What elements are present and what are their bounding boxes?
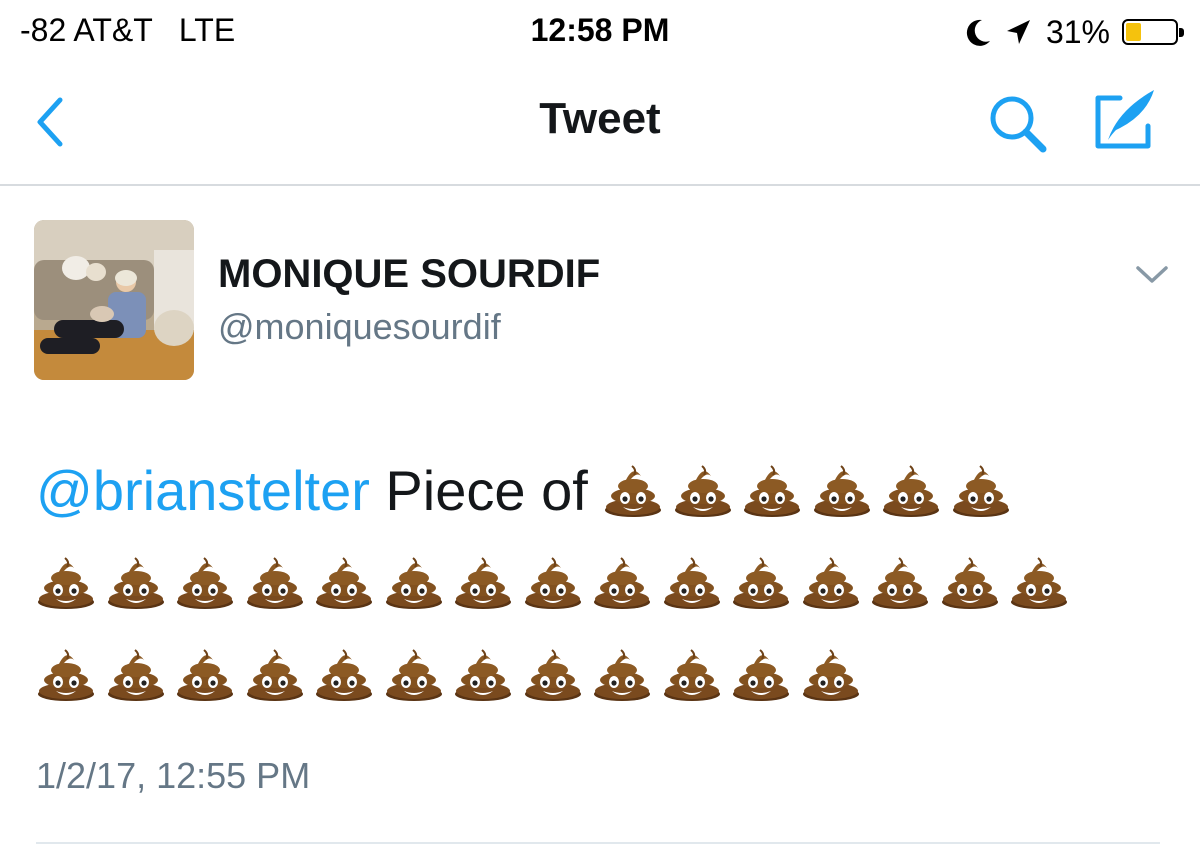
pile-of-poo-emoji xyxy=(1009,554,1069,610)
pile-of-poo-emoji xyxy=(453,554,513,610)
pile-of-poo-emoji xyxy=(314,554,374,610)
avatar[interactable] xyxy=(34,220,194,380)
user-handle[interactable]: @moniquesourdif xyxy=(218,306,501,348)
battery-nub xyxy=(1179,28,1184,37)
pile-of-poo-emoji xyxy=(940,554,1000,610)
pile-of-poo-emoji xyxy=(106,554,166,610)
pile-of-poo-emoji xyxy=(673,462,733,518)
display-name[interactable]: MONIQUE SOURDIF xyxy=(218,252,600,297)
pile-of-poo-emoji xyxy=(881,462,941,518)
pile-of-poo-emoji xyxy=(662,646,722,702)
pile-of-poo-emoji xyxy=(592,554,652,610)
search-button[interactable] xyxy=(986,92,1050,156)
tweet-text: @brianstelter Piece of xyxy=(36,445,1166,721)
tweet-line-3 xyxy=(36,629,1166,721)
moon-icon xyxy=(966,19,990,46)
compose-button[interactable] xyxy=(1090,86,1160,156)
pile-of-poo-emoji xyxy=(603,462,663,518)
pile-of-poo-emoji xyxy=(245,554,305,610)
pile-of-poo-emoji xyxy=(951,462,1011,518)
tweet-options-button[interactable] xyxy=(1134,262,1170,288)
nav-bar: Tweet xyxy=(0,64,1200,186)
pile-of-poo-emoji xyxy=(245,646,305,702)
pile-of-poo-emoji xyxy=(523,646,583,702)
pile-of-poo-emoji xyxy=(742,462,802,518)
battery-icon xyxy=(1122,19,1184,45)
pile-of-poo-emoji xyxy=(36,554,96,610)
pile-of-poo-emoji xyxy=(175,646,235,702)
pile-of-poo-emoji xyxy=(812,462,872,518)
pile-of-poo-emoji xyxy=(523,554,583,610)
pile-of-poo-emoji xyxy=(314,646,374,702)
search-icon xyxy=(990,96,1047,153)
pile-of-poo-emoji xyxy=(731,554,791,610)
tweet-body-text: Piece of xyxy=(369,459,604,522)
pile-of-poo-emoji xyxy=(870,554,930,610)
status-right: 31% xyxy=(964,10,1184,54)
divider xyxy=(36,842,1160,844)
pile-of-poo-emoji xyxy=(662,554,722,610)
pile-of-poo-emoji xyxy=(175,554,235,610)
battery-level-fill xyxy=(1126,23,1141,41)
tweet-line-2 xyxy=(36,537,1166,629)
location-arrow-icon xyxy=(1006,20,1030,44)
profile-photo xyxy=(34,220,194,380)
chevron-down-icon xyxy=(1136,266,1168,283)
emoji-run xyxy=(603,459,1020,522)
battery-percent: 31% xyxy=(1045,13,1110,50)
status-bar: -82 AT&T LTE 12:58 PM 31% xyxy=(0,0,1200,64)
pile-of-poo-emoji xyxy=(731,646,791,702)
emoji-run xyxy=(36,643,870,706)
pile-of-poo-emoji xyxy=(592,646,652,702)
pile-of-poo-emoji xyxy=(384,646,444,702)
mention-link[interactable]: @brianstelter xyxy=(36,459,370,522)
emoji-run xyxy=(36,551,1079,614)
pile-of-poo-emoji xyxy=(384,554,444,610)
pile-of-poo-emoji xyxy=(801,646,861,702)
compose-icon xyxy=(1095,90,1154,149)
tweet-line-1: @brianstelter Piece of xyxy=(36,445,1166,537)
pile-of-poo-emoji xyxy=(106,646,166,702)
pile-of-poo-emoji xyxy=(36,646,96,702)
pile-of-poo-emoji xyxy=(801,554,861,610)
tweet-timestamp: 1/2/17, 12:55 PM xyxy=(36,755,311,796)
pile-of-poo-emoji xyxy=(453,646,513,702)
